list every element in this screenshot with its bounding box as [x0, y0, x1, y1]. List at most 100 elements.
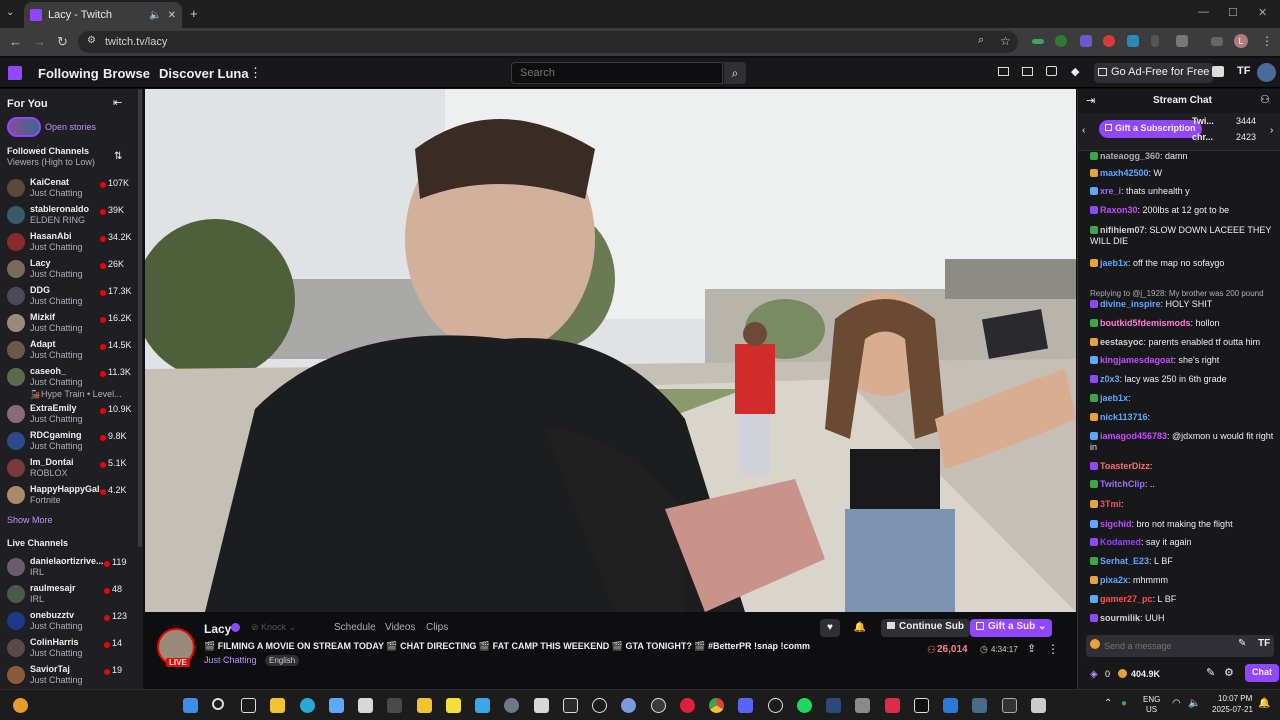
chat-username[interactable]: boutkid5fdemismods: [1100, 318, 1191, 328]
notepad-icon[interactable]: [1031, 698, 1046, 713]
sidebar-channel[interactable]: HappyHappyGal Fortnite 4.2K: [0, 482, 140, 508]
inbox-icon[interactable]: [1022, 67, 1033, 76]
sidebar-channel[interactable]: HasanAbi Just Chatting 34.2K: [0, 229, 140, 255]
photos-icon[interactable]: [475, 698, 490, 713]
wifi-icon[interactable]: ◠: [1172, 698, 1181, 709]
chat-username[interactable]: z0x3: [1100, 374, 1120, 384]
follow-heart-button[interactable]: ♥: [820, 619, 840, 637]
bits-icon[interactable]: ◆: [1071, 65, 1079, 78]
close-tab-icon[interactable]: ✕: [168, 10, 176, 21]
sidebar-channel[interactable]: Adapt Just Chatting 14.5K: [0, 337, 140, 363]
search-taskbar-icon[interactable]: [212, 698, 224, 710]
streamer-name[interactable]: Lacy: [204, 622, 231, 636]
extension-red-icon[interactable]: [1103, 35, 1115, 47]
continue-sub-button[interactable]: Continue Sub: [881, 619, 970, 637]
collapse-chat-icon[interactable]: ⇥: [1086, 94, 1095, 107]
chat-username[interactable]: divine_inspire: [1100, 299, 1161, 309]
url-field[interactable]: ⚙ twitch.tv/lacy ⌕ ☆: [78, 31, 1018, 53]
obs-icon[interactable]: [651, 698, 666, 713]
sidebar-channel[interactable]: Mizkif Just Chatting 16.2K: [0, 310, 140, 336]
open-stories-link[interactable]: Open stories: [45, 122, 96, 132]
tiktok-red-icon[interactable]: [885, 698, 900, 713]
language-tag[interactable]: English: [265, 655, 300, 666]
search-input[interactable]: [511, 62, 723, 84]
extension-green-icon[interactable]: [1032, 39, 1044, 44]
facebook-icon[interactable]: [943, 698, 958, 713]
arc-icon[interactable]: [621, 698, 636, 713]
snipping-icon[interactable]: [358, 698, 373, 713]
chat-username[interactable]: Raxon30: [1100, 205, 1138, 215]
tab-videos[interactable]: Videos: [385, 622, 415, 633]
maximize-icon[interactable]: ☐: [1228, 6, 1238, 19]
start-icon[interactable]: [183, 698, 198, 713]
reading-list-icon[interactable]: [1211, 37, 1223, 46]
mic-icon[interactable]: ●: [1121, 698, 1127, 709]
settings-icon[interactable]: [504, 698, 519, 713]
chat-username[interactable]: nateaogg_360: [1100, 151, 1160, 161]
drops-crown-icon[interactable]: [998, 67, 1009, 76]
user-avatar[interactable]: [1257, 63, 1276, 82]
chat-input[interactable]: [1104, 638, 1224, 654]
chat-username[interactable]: jaeb1x: [1100, 393, 1128, 403]
minimize-icon[interactable]: —: [1198, 6, 1209, 18]
chat-username[interactable]: sigchid: [1100, 519, 1132, 529]
profile-avatar[interactable]: L: [1234, 34, 1248, 48]
nav-following[interactable]: Following: [38, 66, 99, 81]
city-app-icon[interactable]: [972, 698, 987, 713]
store-icon[interactable]: [534, 698, 549, 713]
speaker-icon[interactable]: 🔈: [149, 10, 161, 21]
gift-subscription-button[interactable]: Gift a Subscription: [1099, 120, 1202, 138]
sidebar-channel[interactable]: Lacy Just Chatting 26K: [0, 256, 140, 282]
discord-icon[interactable]: [738, 698, 753, 713]
sidebar-channel[interactable]: DDG Just Chatting 17.3K: [0, 283, 140, 309]
whispers-icon[interactable]: [1046, 66, 1057, 76]
sidebar-scrollbar[interactable]: [138, 89, 142, 547]
chat-username[interactable]: sourmilik: [1100, 613, 1140, 623]
sticky-notes-icon[interactable]: [446, 698, 461, 713]
live-channel[interactable]: SaviorTaj Just Chatting 19: [0, 662, 140, 688]
browser-tab[interactable]: Lacy - Twitch 🔈 ✕: [24, 2, 182, 28]
chat-username[interactable]: Serhat_E23: [1100, 556, 1149, 566]
calculator-icon[interactable]: [387, 698, 402, 713]
chat-username[interactable]: nifihiem07: [1100, 225, 1145, 235]
chat-username[interactable]: jaeb1x: [1100, 258, 1128, 268]
opera-icon[interactable]: [680, 698, 695, 713]
live-channel[interactable]: raulmesajr IRL 48: [0, 581, 140, 607]
chat-username[interactable]: pixa2x: [1100, 575, 1128, 585]
emote-picker-icon[interactable]: [1090, 639, 1100, 649]
tab-schedule[interactable]: Schedule: [334, 622, 376, 633]
live-channel[interactable]: danielaortizrive... IRL 119: [0, 554, 140, 580]
tf-app-icon[interactable]: [855, 698, 870, 713]
lang-label[interactable]: ENG: [1143, 695, 1160, 704]
twitch-turbo-icon[interactable]: TF: [1237, 65, 1250, 77]
extension-circle-icon[interactable]: [1055, 35, 1067, 47]
tab-clips[interactable]: Clips: [426, 622, 448, 633]
chat-username[interactable]: xre_i: [1100, 186, 1121, 196]
points-balance[interactable]: 404.9K: [1131, 669, 1160, 679]
knock-button[interactable]: ⊘ Knock ⌄: [251, 622, 296, 633]
sidebar-channel[interactable]: caseoh_ Just Chatting 11.3K: [0, 364, 140, 390]
chat-button[interactable]: Chat: [1245, 664, 1279, 682]
chat-username[interactable]: nick113716: [1100, 412, 1148, 422]
zoom-icon[interactable]: ⌕: [978, 34, 984, 47]
chat-username[interactable]: eestasyoc: [1100, 337, 1144, 347]
banner-prev-icon[interactable]: ‹: [1082, 125, 1085, 136]
tab-list-icon[interactable]: ⌄: [6, 7, 14, 18]
clock-time[interactable]: 10:07 PM: [1218, 694, 1252, 703]
edge-icon[interactable]: [300, 698, 315, 713]
browser-menu-icon[interactable]: ⋮: [1261, 34, 1273, 48]
bookmark-star-icon[interactable]: ☆: [1000, 34, 1011, 48]
more-menu-icon[interactable]: ⋮: [249, 65, 262, 81]
sidebar-channel[interactable]: Im_Dontai ROBLOX 5.1K: [0, 455, 140, 481]
gift-icon[interactable]: [1212, 66, 1224, 77]
more-options-icon[interactable]: ⋮: [1047, 642, 1059, 656]
spotify-icon[interactable]: [797, 698, 812, 713]
speedometer-icon[interactable]: [592, 698, 607, 713]
chrome-icon[interactable]: [709, 698, 724, 713]
nav-browse[interactable]: Browse: [103, 66, 150, 81]
task-view-icon[interactable]: [241, 698, 256, 713]
video-player[interactable]: [145, 89, 1076, 612]
ad-free-button[interactable]: Go Ad-Free for Free: [1094, 63, 1214, 83]
chat-username[interactable]: TwitchClip: [1100, 479, 1145, 489]
reload-icon[interactable]: ↻: [57, 34, 68, 50]
